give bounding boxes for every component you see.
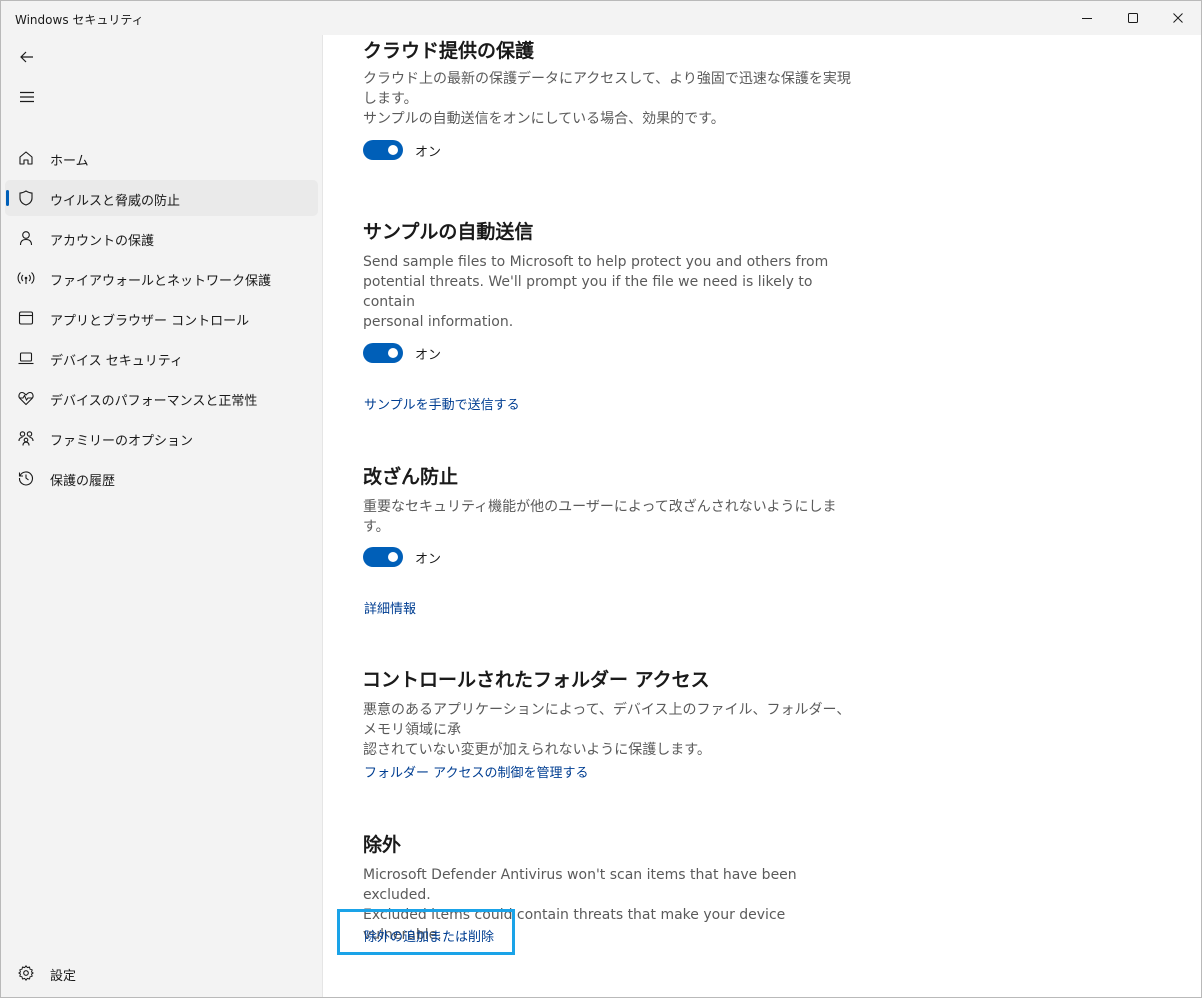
- cloud-protection-toggle-row: オン: [363, 140, 441, 160]
- cloud-protection-section: クラウド提供の保護 クラウド上の最新の保護データにアクセスして、より強固で迅速な…: [363, 39, 863, 129]
- settings-label: 設定: [50, 969, 77, 984]
- sidebar-item-family[interactable]: ファミリーのオプション: [5, 420, 318, 456]
- person-icon: [19, 231, 33, 246]
- app-title: Windows セキュリティ: [15, 13, 144, 27]
- tamper-protection-toggle-row: オン: [363, 547, 441, 567]
- section-title: クラウド提供の保護: [363, 40, 535, 62]
- sidebar: ホーム ウイルスと脅威の防止 アカウントの保護 ファイアウォールとネットワーク保…: [1, 35, 322, 997]
- description-line: potential threats. We'll prompt you if t…: [363, 274, 813, 310]
- toggle-label: オン: [415, 347, 442, 363]
- menu-button[interactable]: [13, 83, 41, 111]
- description-line: クラウド上の最新の保護データにアクセスして、より強固で迅速な保護を実現します。: [363, 71, 851, 107]
- title-bar: Windows セキュリティ: [1, 1, 1201, 35]
- shield-icon: [19, 190, 33, 206]
- close-button[interactable]: [1155, 1, 1201, 35]
- learn-more-link[interactable]: 詳細情報: [364, 598, 416, 617]
- description-line: 悪意のあるアプリケーションによって、デバイス上のファイル、フォルダー、メモリ領域…: [363, 702, 851, 738]
- sidebar-item-label: デバイスのパフォーマンスと正常性: [50, 394, 258, 409]
- description-line: Microsoft Defender Antivirus won't scan …: [363, 867, 797, 903]
- sidebar-item-label: ファイアウォールとネットワーク保護: [50, 274, 272, 289]
- wireless-icon: [17, 272, 35, 284]
- back-arrow-icon: [20, 51, 33, 63]
- sidebar-item-home[interactable]: ホーム: [5, 140, 318, 176]
- maximize-icon: [1128, 13, 1138, 23]
- sidebar-item-account[interactable]: アカウントの保護: [5, 220, 318, 256]
- sidebar-item-label: アカウントの保護: [50, 234, 155, 249]
- sample-submission-toggle[interactable]: [363, 343, 403, 363]
- sidebar-item-label: 保護の履歴: [50, 474, 116, 489]
- sidebar-item-label: アプリとブラウザー コントロール: [50, 314, 250, 329]
- sidebar-item-settings[interactable]: 設定: [5, 955, 318, 991]
- section-title: 除外: [363, 834, 402, 856]
- heart-pulse-icon: [18, 391, 34, 406]
- section-description: 重要なセキュリティ機能が他のユーザーによって改ざんされないようにします。: [363, 497, 863, 537]
- maximize-button[interactable]: [1110, 1, 1156, 35]
- laptop-icon: [18, 352, 34, 365]
- gear-icon: [18, 965, 34, 981]
- section-title: サンプルの自動送信: [363, 221, 534, 243]
- section-description: Send sample files to Microsoft to help p…: [363, 252, 863, 332]
- section-title: 改ざん防止: [363, 466, 459, 488]
- section-description: クラウド上の最新の保護データにアクセスして、より強固で迅速な保護を実現します。 …: [363, 69, 863, 129]
- hamburger-icon: [20, 91, 34, 103]
- app-window-icon: [18, 311, 34, 325]
- section-description: 悪意のあるアプリケーションによって、デバイス上のファイル、フォルダー、メモリ領域…: [363, 700, 862, 760]
- sidebar-item-device-performance[interactable]: デバイスのパフォーマンスと正常性: [5, 380, 318, 416]
- tamper-protection-toggle[interactable]: [363, 547, 403, 567]
- minimize-icon: [1082, 18, 1092, 19]
- sidebar-item-label: ウイルスと脅威の防止: [50, 194, 181, 209]
- section-title: コントロールされたフォルダー アクセス: [362, 669, 710, 691]
- toggle-label: オン: [415, 144, 442, 160]
- sidebar-item-label: デバイス セキュリティ: [50, 354, 183, 369]
- description-line: personal information.: [363, 314, 514, 330]
- minimize-button[interactable]: [1064, 1, 1110, 35]
- toggle-label: オン: [415, 551, 442, 567]
- sidebar-item-device-security[interactable]: デバイス セキュリティ: [5, 340, 318, 376]
- tamper-protection-section: 改ざん防止 重要なセキュリティ機能が他のユーザーによって改ざんされないようにしま…: [363, 465, 863, 537]
- sidebar-item-label: ファミリーのオプション: [50, 434, 194, 449]
- close-icon: [1173, 13, 1183, 23]
- description-line: 重要なセキュリティ機能が他のユーザーによって改ざんされないようにします。: [363, 499, 837, 535]
- sample-submission-toggle-row: オン: [363, 343, 441, 363]
- description-line: サンプルの自動送信をオンにしている場合、効果的です。: [363, 111, 725, 127]
- controlled-folder-access-section: コントロールされたフォルダー アクセス 悪意のあるアプリケーションによって、デバ…: [362, 668, 862, 760]
- nav-list: ホーム ウイルスと脅威の防止 アカウントの保護 ファイアウォールとネットワーク保…: [5, 140, 318, 500]
- sidebar-item-label: ホーム: [50, 154, 89, 169]
- family-icon: [18, 431, 34, 446]
- sidebar-item-firewall[interactable]: ファイアウォールとネットワーク保護: [5, 260, 318, 296]
- app-window: Windows セキュリティ ホーム ウイルスと脅威の防止 アカウントの保護 フ…: [0, 0, 1202, 998]
- add-remove-exclusions-link[interactable]: 除外の追加または削除: [364, 926, 494, 945]
- main-content[interactable]: クラウド提供の保護 クラウド上の最新の保護データにアクセスして、より強固で迅速な…: [322, 35, 1201, 997]
- home-icon: [19, 151, 33, 165]
- sidebar-item-protection-history[interactable]: 保護の履歴: [5, 460, 318, 496]
- cloud-protection-toggle[interactable]: [363, 140, 403, 160]
- manage-folder-access-link[interactable]: フォルダー アクセスの制御を管理する: [364, 762, 588, 781]
- sample-submission-section: サンプルの自動送信 Send sample files to Microsoft…: [363, 220, 863, 332]
- back-button[interactable]: [13, 43, 41, 71]
- submit-sample-manually-link[interactable]: サンプルを手動で送信する: [364, 394, 520, 413]
- description-line: 認されていない変更が加えられないように保護します。: [363, 742, 711, 758]
- sidebar-item-virus-protection[interactable]: ウイルスと脅威の防止: [5, 180, 318, 216]
- sidebar-item-app-browser[interactable]: アプリとブラウザー コントロール: [5, 300, 318, 336]
- history-icon: [18, 471, 34, 486]
- description-line: Send sample files to Microsoft to help p…: [363, 254, 829, 270]
